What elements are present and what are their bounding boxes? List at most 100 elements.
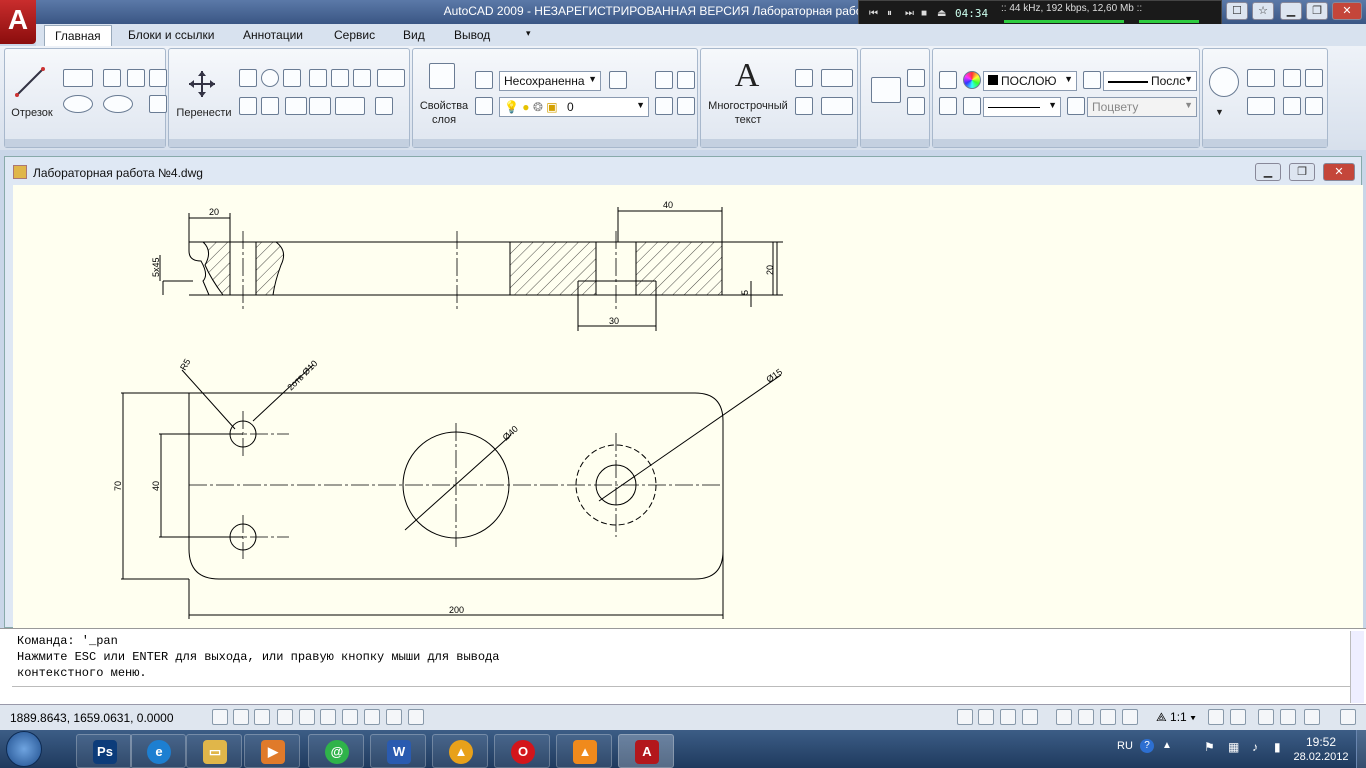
polyline-icon[interactable] [63, 69, 93, 87]
match-layer-icon[interactable] [655, 97, 673, 115]
text-style-icon[interactable] [795, 69, 813, 87]
network-tray-icon[interactable]: ▦ [1228, 740, 1239, 754]
tray-expand-icon[interactable]: ▲ [1162, 740, 1172, 751]
linetype-dropdown[interactable]: ▼ [983, 97, 1061, 117]
create-block-icon[interactable] [907, 69, 925, 87]
match-properties-icon[interactable] [939, 71, 957, 89]
scale-icon[interactable] [309, 69, 327, 87]
leader-icon[interactable] [821, 97, 853, 115]
showmotion-icon[interactable] [1122, 709, 1138, 725]
arc-icon[interactable] [149, 69, 167, 87]
command-input[interactable] [12, 686, 1350, 702]
quick-select-icon[interactable] [1283, 69, 1301, 87]
drawing-svg[interactable]: 20 5x45 40 20 5 30 R5 2отв Ø10 Ø15 Ø40 7… [13, 185, 1363, 629]
steeringwheel-icon[interactable] [1100, 709, 1116, 725]
trim-icon[interactable] [283, 69, 301, 87]
tab-tools[interactable]: Сервис [324, 27, 385, 43]
ortho-toggle[interactable] [254, 709, 270, 725]
command-scrollbar[interactable] [1350, 631, 1364, 703]
auto-scale-icon[interactable] [1230, 709, 1246, 725]
tab-output[interactable]: Вывод [444, 27, 500, 43]
osnap-toggle[interactable] [299, 709, 315, 725]
pan-icon[interactable] [1056, 709, 1072, 725]
circle-icon[interactable] [63, 95, 93, 113]
layout1-button[interactable] [978, 709, 994, 725]
layer-previous-icon[interactable] [609, 71, 627, 89]
plot-style-icon[interactable] [1067, 97, 1085, 115]
prev-icon[interactable]: ⏮ [869, 8, 878, 19]
layer-state-icon[interactable] [475, 71, 493, 89]
otrack-toggle[interactable] [320, 709, 336, 725]
start-button[interactable] [6, 731, 42, 767]
tab-view[interactable]: Вид [393, 27, 435, 43]
ellipse-icon[interactable] [103, 95, 133, 113]
application-menu-button[interactable]: A [0, 0, 36, 44]
tray-settings-icon[interactable] [1304, 709, 1320, 725]
power-tray-icon[interactable]: ▮ [1274, 740, 1281, 754]
layer-unisolate-icon[interactable] [677, 71, 695, 89]
polar-toggle[interactable] [277, 709, 293, 725]
join-icon[interactable] [309, 97, 331, 115]
drawing-canvas[interactable]: 20 5x45 40 20 5 30 R5 2отв Ø10 Ø15 Ø40 7… [13, 185, 1363, 629]
drawing-close-button[interactable]: ✕ [1323, 163, 1355, 181]
paste-icon[interactable] [1247, 97, 1275, 115]
stop-icon[interactable]: ■ [921, 8, 927, 19]
help-tray-icon[interactable]: ? [1140, 739, 1154, 753]
model-space-button[interactable] [957, 709, 973, 725]
grid-toggle[interactable] [233, 709, 249, 725]
zoom-icon[interactable] [1209, 67, 1239, 97]
flag-tray-icon[interactable]: ⚑ [1204, 740, 1215, 754]
quickview-button[interactable] [1022, 709, 1038, 725]
tab-home[interactable]: Главная [44, 25, 112, 46]
close-button[interactable]: ✕ [1332, 2, 1362, 20]
copy-icon[interactable] [239, 69, 257, 87]
eject-icon[interactable]: ⏏ [937, 8, 946, 19]
line-tool-icon[interactable] [13, 65, 47, 99]
modify-panel-footer[interactable] [169, 139, 409, 147]
rotate-icon[interactable] [261, 69, 279, 87]
lweight-toggle[interactable] [386, 709, 402, 725]
copy-clip-icon[interactable] [1247, 69, 1275, 87]
tab-annotate[interactable]: Аннотации [233, 27, 313, 43]
array-icon[interactable] [377, 69, 405, 87]
volume-tray-icon[interactable]: ♪ [1252, 740, 1258, 754]
clean-screen-icon[interactable] [1340, 709, 1356, 725]
move-icon[interactable] [187, 69, 217, 99]
mtext-icon[interactable]: A [727, 57, 767, 95]
lineweight-dropdown[interactable]: Послс ▼ [1103, 71, 1197, 91]
hatch-icon[interactable] [149, 95, 167, 113]
draw-panel-footer[interactable] [5, 139, 165, 147]
make-current-icon[interactable] [475, 97, 493, 115]
snap-toggle[interactable] [212, 709, 228, 725]
fillet-icon[interactable] [335, 97, 365, 115]
annotation-visibility-icon[interactable] [1208, 709, 1224, 725]
layer-walk-icon[interactable] [677, 97, 695, 115]
cut-icon[interactable] [1283, 97, 1301, 115]
lineweight-icon[interactable] [1083, 71, 1101, 89]
language-indicator[interactable]: RU [1117, 740, 1133, 752]
explode-icon[interactable] [261, 97, 279, 115]
lock-status-icon[interactable] [1280, 709, 1296, 725]
annotation-scale[interactable]: ⟁ 1:1 ▾ [1156, 710, 1196, 725]
properties-panel-footer[interactable] [933, 139, 1199, 147]
linear-dimension-icon[interactable] [821, 69, 853, 87]
linetype-icon[interactable] [963, 97, 981, 115]
utilities-panel-footer[interactable] [1203, 139, 1327, 147]
insert-block-icon[interactable] [871, 77, 901, 103]
next-icon[interactable]: ⏭ [905, 8, 914, 19]
ducs-toggle[interactable] [342, 709, 358, 725]
select-similar-icon[interactable] [1305, 69, 1323, 87]
dyn-toggle[interactable] [364, 709, 380, 725]
layers-panel-footer[interactable] [413, 139, 697, 147]
help-button[interactable]: ☐ [1226, 2, 1248, 20]
list-icon[interactable] [939, 97, 957, 115]
color-wheel-icon[interactable] [963, 71, 981, 89]
workspace-gear-icon[interactable] [1258, 709, 1274, 725]
layer-properties-icon[interactable] [429, 63, 455, 89]
clock-date[interactable]: 28.02.2012 [1290, 751, 1352, 763]
clock-time[interactable]: 19:52 [1296, 735, 1346, 749]
edit-block-icon[interactable] [907, 97, 925, 115]
favorites-star-icon[interactable]: ☆ [1252, 2, 1274, 20]
layer-state-dropdown[interactable]: Несохраненна ▼ [499, 71, 601, 91]
show-desktop-button[interactable] [1356, 730, 1366, 768]
